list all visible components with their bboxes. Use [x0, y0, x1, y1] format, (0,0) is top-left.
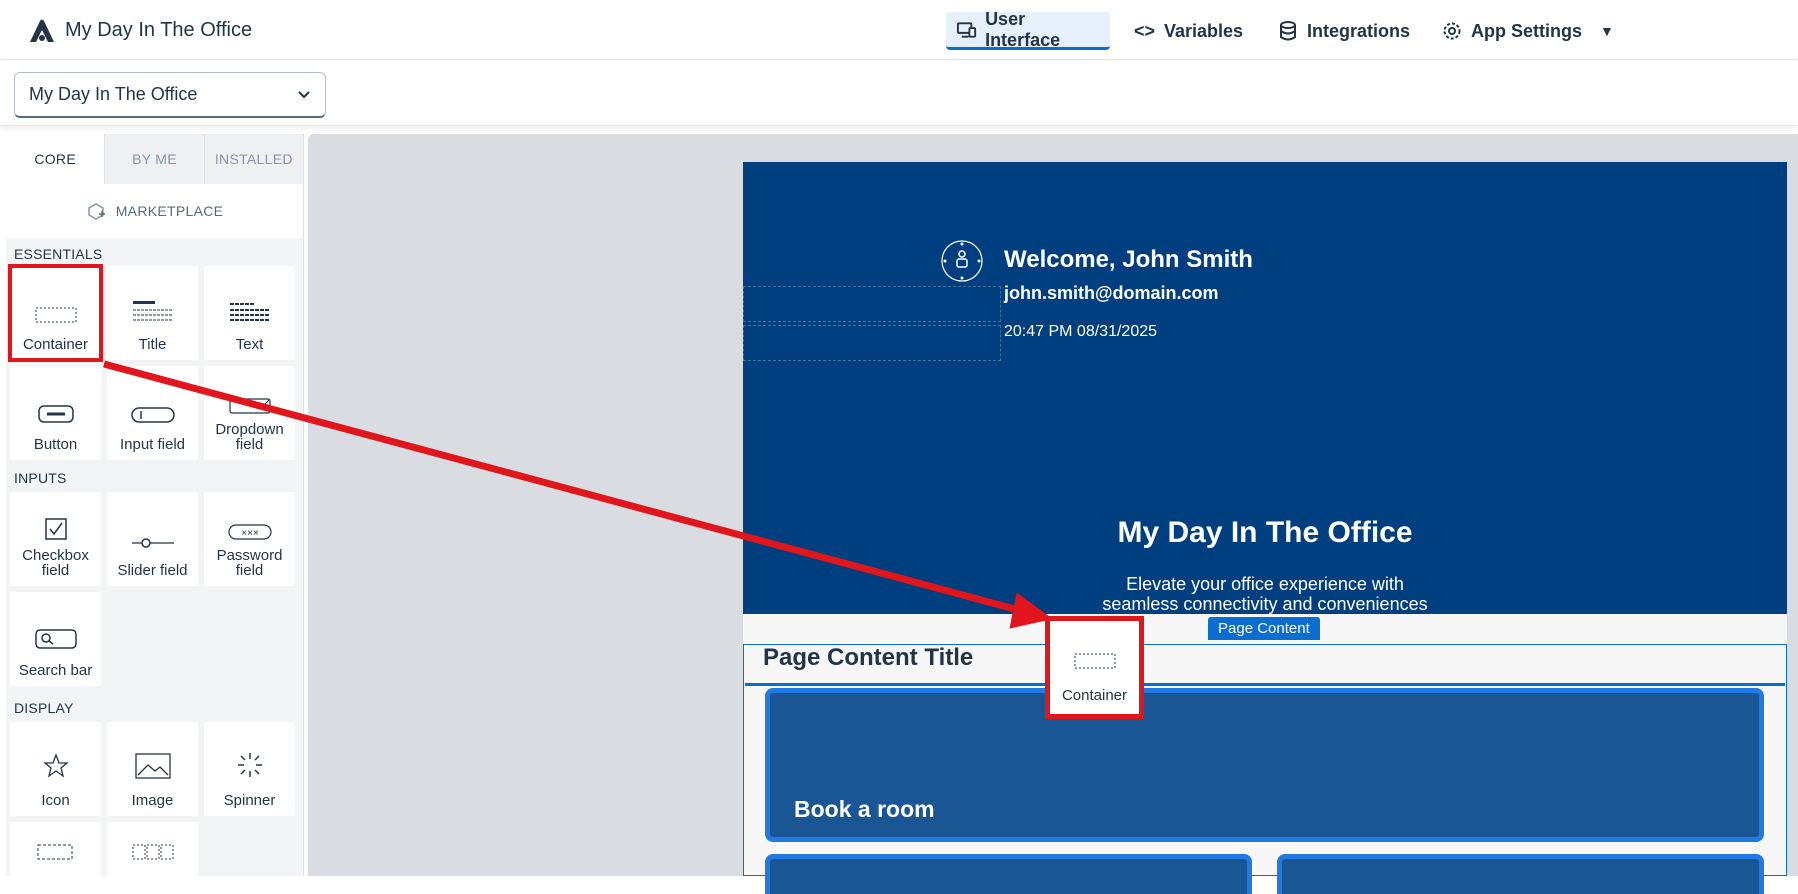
card-label: Book a room	[794, 796, 935, 822]
gear-icon	[1443, 22, 1461, 40]
dropdown-field-icon	[228, 398, 271, 414]
chevron-down-icon	[298, 90, 310, 98]
email-text: john.smith@domain.com	[1004, 283, 1219, 303]
tile-label: Password field	[216, 547, 283, 579]
book-room-card[interactable]: Book a room	[765, 688, 1764, 842]
nav-label: Variables	[1164, 20, 1244, 41]
page-preview[interactable]: Welcome, John Smith john.smith@domain.co…	[743, 162, 1787, 894]
tab-core[interactable]: CORE	[6, 134, 105, 184]
input-field-icon	[130, 407, 175, 423]
slider-icon	[131, 538, 174, 548]
section-essentials: ESSENTIALS	[14, 246, 103, 262]
tile-label: Image	[131, 792, 174, 809]
drag-ghost-container[interactable]: Container	[1045, 616, 1144, 719]
component-palette: CORE BY ME INSTALLED MARKETPLACE ESSENTI…	[6, 134, 304, 876]
palette-item-input-field[interactable]: Input field	[107, 366, 198, 460]
container-variant-icon	[37, 844, 72, 860]
svg-text:×××: ×××	[241, 528, 259, 539]
placeholder-slot	[743, 286, 1001, 322]
palette-item-spinner[interactable]: Spinner	[204, 722, 295, 816]
tile-label: Slider field	[117, 562, 188, 579]
card-tile[interactable]	[765, 854, 1252, 894]
text-icon	[229, 303, 270, 321]
drag-ghost-label: Container	[1061, 687, 1128, 704]
section-inputs: INPUTS	[14, 470, 67, 486]
app-title: My Day In The Office	[65, 19, 253, 41]
drop-indicator	[745, 683, 1785, 686]
marketplace-icon	[87, 203, 105, 220]
palette-item-more-1[interactable]	[10, 822, 101, 876]
app-logo-icon	[30, 19, 54, 42]
tab-installed[interactable]: INSTALLED	[203, 134, 303, 184]
nav-user-interface[interactable]: User Interface	[946, 8, 1110, 50]
button-icon	[37, 405, 74, 423]
palette-item-more-2[interactable]	[107, 822, 198, 876]
nav-label: App Settings	[1471, 20, 1582, 41]
palette-item-container[interactable]: Container	[8, 264, 103, 362]
palette-item-button[interactable]: Button	[10, 366, 101, 460]
row-icon	[132, 844, 173, 860]
tile-label: Dropdown field	[215, 421, 284, 453]
tile-label: Container	[22, 336, 89, 353]
image-icon	[134, 753, 171, 779]
welcome-text: Welcome, John Smith	[1004, 246, 1253, 273]
palette-item-checkbox-field[interactable]: Checkbox field	[10, 492, 101, 586]
palette-item-text[interactable]: Text	[204, 266, 295, 360]
tab-by-me[interactable]: BY ME	[104, 134, 203, 184]
palette-item-image[interactable]: Image	[107, 722, 198, 816]
datetime-text: 20:47 PM 08/31/2025	[1004, 323, 1158, 340]
code-icon: <>	[1134, 21, 1156, 41]
container-icon	[35, 307, 76, 323]
title-icon	[132, 301, 173, 321]
marketplace-label: MARKETPLACE	[115, 203, 224, 219]
tile-label: Icon	[41, 792, 70, 809]
password-field-icon: ×××	[227, 524, 272, 540]
palette-item-search-bar[interactable]: Search bar	[10, 592, 101, 686]
nav-app-settings[interactable]: App Settings ▼	[1431, 12, 1624, 50]
search-bar-icon	[34, 629, 77, 649]
checkbox-icon	[44, 518, 67, 540]
palette-item-dropdown-field[interactable]: Dropdown field	[204, 366, 295, 460]
hero-section[interactable]: Welcome, John Smith john.smith@domain.co…	[743, 162, 1787, 614]
top-bar: My Day In The Office User Interface <> V…	[0, 0, 1798, 60]
tile-label: Text	[235, 336, 264, 353]
tile-label: Search bar	[18, 662, 93, 679]
page-content-badge[interactable]: Page Content	[1208, 617, 1320, 640]
palette-item-title[interactable]: Title	[107, 266, 198, 360]
palette-item-slider-field[interactable]: Slider field	[107, 492, 198, 586]
container-icon	[1074, 653, 1115, 669]
palette-item-icon[interactable]: Icon	[10, 722, 101, 816]
tile-label: Button	[33, 436, 78, 453]
nav-variables[interactable]: <> Variables	[1124, 12, 1253, 50]
placeholder-slot	[743, 325, 1001, 361]
database-icon	[1280, 21, 1296, 41]
section-display: DISPLAY	[14, 700, 74, 716]
tile-label: Checkbox field	[22, 547, 89, 579]
palette-item-password-field[interactable]: ××× Password field	[204, 492, 295, 586]
spinner-icon	[237, 753, 262, 777]
tile-label: Title	[138, 336, 167, 353]
star-icon	[42, 753, 69, 778]
page-selector[interactable]: My Day In The Office	[14, 72, 326, 118]
monitor-icon	[956, 21, 977, 38]
hero-title: My Day In The Office	[1117, 516, 1413, 549]
caret-down-icon: ▼	[1600, 23, 1614, 39]
marketplace-button[interactable]: MARKETPLACE	[6, 184, 303, 238]
nav-label: Integrations	[1307, 20, 1411, 41]
hero-subtitle: Elevate your office experience with seam…	[1102, 574, 1428, 614]
nav-integrations[interactable]: Integrations	[1267, 12, 1420, 50]
card-tile[interactable]	[1277, 854, 1764, 894]
nav-label: User Interface	[985, 8, 1061, 50]
page-selector-value: My Day In The Office	[29, 84, 198, 104]
tile-label: Input field	[119, 436, 186, 453]
user-avatar-icon	[941, 240, 983, 282]
page-content-title: Page Content Title	[763, 644, 974, 671]
tile-label: Spinner	[223, 792, 276, 809]
